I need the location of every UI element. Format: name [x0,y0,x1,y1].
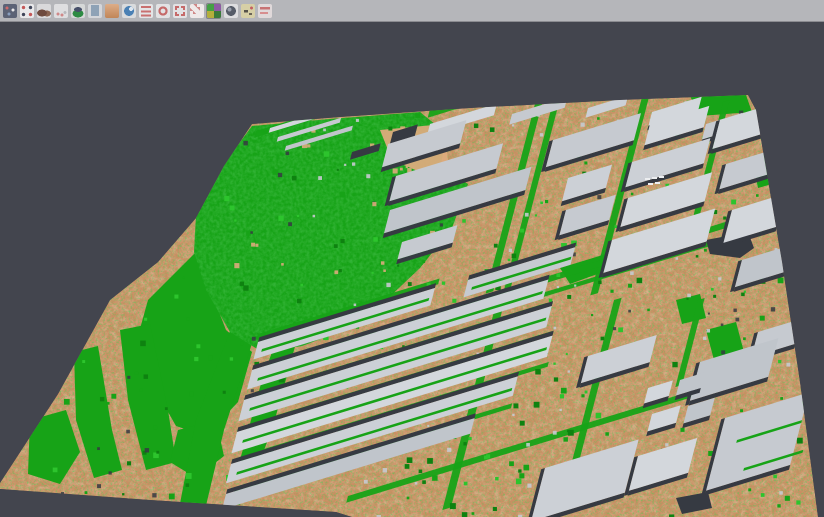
dtm-green-button[interactable] [70,3,85,19]
terrain-model-icon [37,4,51,18]
point-cloud-icon [3,4,17,18]
classification-view-button[interactable] [206,3,221,19]
orthophoto-icon [105,4,119,18]
align-pairs-icon [20,4,34,18]
orthophoto-button[interactable] [104,3,119,19]
transparency-grid-button[interactable] [189,3,204,19]
measure-bars-button[interactable] [257,3,272,19]
panel-view-button[interactable] [87,3,102,19]
dark-sphere-icon [224,4,238,18]
align-pairs-button[interactable] [19,3,34,19]
sparse-points-icon [54,4,68,18]
point-cloud-button[interactable] [2,3,17,19]
layer-list-button[interactable] [138,3,153,19]
dark-sphere-button[interactable] [223,3,238,19]
terrain-marks-button[interactable] [240,3,255,19]
application-window [0,0,824,517]
terrain-model-button[interactable] [36,3,51,19]
dtm-green-icon [71,4,85,18]
terrain-marks-icon [241,4,255,18]
sparse-points-button[interactable] [53,3,68,19]
target-select-icon [156,4,170,18]
viewport-3d[interactable] [0,22,824,517]
layer-list-icon [139,4,153,18]
globe-view-button[interactable] [121,3,136,19]
bounds-select-button[interactable] [172,3,187,19]
globe-view-icon [122,4,136,18]
bounds-select-icon [173,4,187,18]
transparency-grid-icon [190,4,204,18]
classification-view-icon [207,4,221,18]
measure-bars-icon [258,4,272,18]
toolbar [0,0,824,22]
terrain-mesh [0,22,818,517]
panel-view-icon [88,4,102,18]
point-cloud-scene [0,22,824,517]
target-select-button[interactable] [155,3,170,19]
